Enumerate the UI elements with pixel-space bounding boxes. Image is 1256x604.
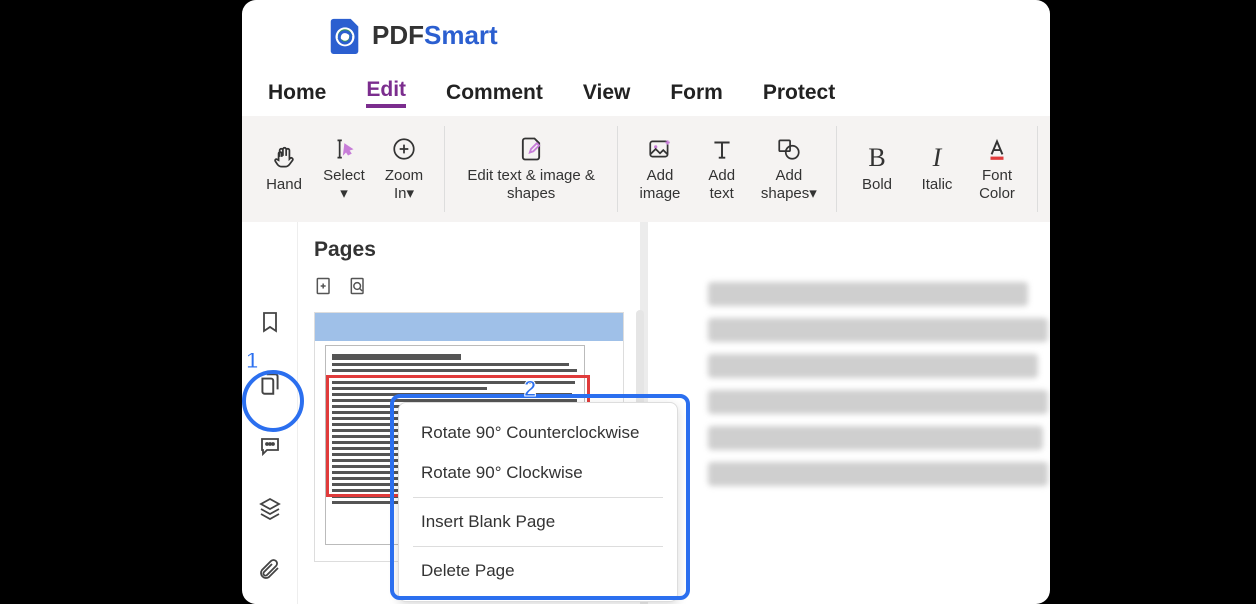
- font-color-icon: [983, 135, 1011, 163]
- vertical-sidebar: [242, 222, 298, 604]
- text-icon: [708, 135, 736, 163]
- tool-group-font: B Bold I Italic Font Color: [837, 126, 1038, 212]
- shapes-icon: [775, 135, 803, 163]
- tool-group-add: Add image Add text Add shapes▾: [618, 126, 837, 212]
- panel-tools: [314, 276, 624, 298]
- bold-button[interactable]: B Bold: [847, 126, 907, 212]
- thumbnail-reduce-button[interactable]: [348, 276, 370, 298]
- app-logo-icon: [326, 16, 364, 54]
- doc-line: [708, 390, 1048, 414]
- tab-protect[interactable]: Protect: [763, 81, 835, 105]
- bookmark-tab[interactable]: [256, 308, 284, 336]
- font-color-button[interactable]: Font Color: [967, 126, 1027, 212]
- titlebar: PDFSmart: [242, 0, 1050, 70]
- hand-button[interactable]: Hand: [254, 126, 314, 212]
- doc-line: [708, 282, 1028, 306]
- tab-view[interactable]: View: [583, 81, 630, 105]
- tool-group-edit: Edit text & image & shapes: [445, 126, 618, 212]
- doc-line: [708, 462, 1048, 486]
- app-title: PDFSmart: [372, 20, 498, 51]
- italic-button[interactable]: I Italic: [907, 126, 967, 212]
- context-menu: Rotate 90° Counterclockwise Rotate 90° C…: [398, 402, 678, 602]
- doc-line: [708, 426, 1043, 450]
- tab-comment[interactable]: Comment: [446, 81, 543, 105]
- layers-tab[interactable]: [256, 494, 284, 522]
- edit-page-icon: [517, 135, 545, 163]
- ctx-delete-page[interactable]: Delete Page: [399, 551, 677, 591]
- zoom-in-button[interactable]: Zoom In▾: [374, 126, 434, 212]
- attachments-tab[interactable]: [256, 556, 284, 584]
- doc-line: [708, 354, 1038, 378]
- add-image-button[interactable]: Add image: [628, 126, 691, 212]
- hand-icon: [270, 144, 298, 172]
- doc-line: [708, 318, 1048, 342]
- tab-edit[interactable]: Edit: [366, 78, 406, 108]
- thumb-selection-highlight: [315, 313, 623, 341]
- comments-tab[interactable]: [256, 432, 284, 460]
- add-shapes-button[interactable]: Add shapes▾: [752, 126, 826, 212]
- italic-icon: I: [923, 144, 951, 172]
- ribbon-toolbar: Hand Select▾ Zoom In▾ Edit text & im: [242, 116, 1050, 222]
- tab-form[interactable]: Form: [670, 81, 723, 105]
- ctx-rotate-cw[interactable]: Rotate 90° Clockwise: [399, 453, 677, 493]
- panel-title: Pages: [314, 238, 624, 262]
- bold-icon: B: [863, 144, 891, 172]
- tab-home[interactable]: Home: [268, 81, 326, 105]
- add-text-button[interactable]: Add text: [692, 126, 752, 212]
- image-plus-icon: [646, 135, 674, 163]
- ctx-separator: [413, 546, 663, 547]
- app-window: PDFSmart Home Edit Comment View Form Pro…: [242, 0, 1050, 604]
- tool-group-navigate: Hand Select▾ Zoom In▾: [254, 126, 445, 212]
- edit-content-button[interactable]: Edit text & image & shapes: [455, 126, 607, 212]
- thumbnail-enlarge-button[interactable]: [314, 276, 336, 298]
- cursor-icon: [330, 135, 358, 163]
- document-view[interactable]: [648, 222, 1050, 604]
- pages-tab[interactable]: [256, 370, 284, 398]
- main-tabs: Home Edit Comment View Form Protect: [242, 70, 1050, 116]
- ctx-insert-blank[interactable]: Insert Blank Page: [399, 502, 677, 542]
- ctx-rotate-ccw[interactable]: Rotate 90° Counterclockwise: [399, 413, 677, 453]
- zoom-in-icon: [390, 135, 418, 163]
- select-button[interactable]: Select▾: [314, 126, 374, 212]
- ctx-separator: [413, 497, 663, 498]
